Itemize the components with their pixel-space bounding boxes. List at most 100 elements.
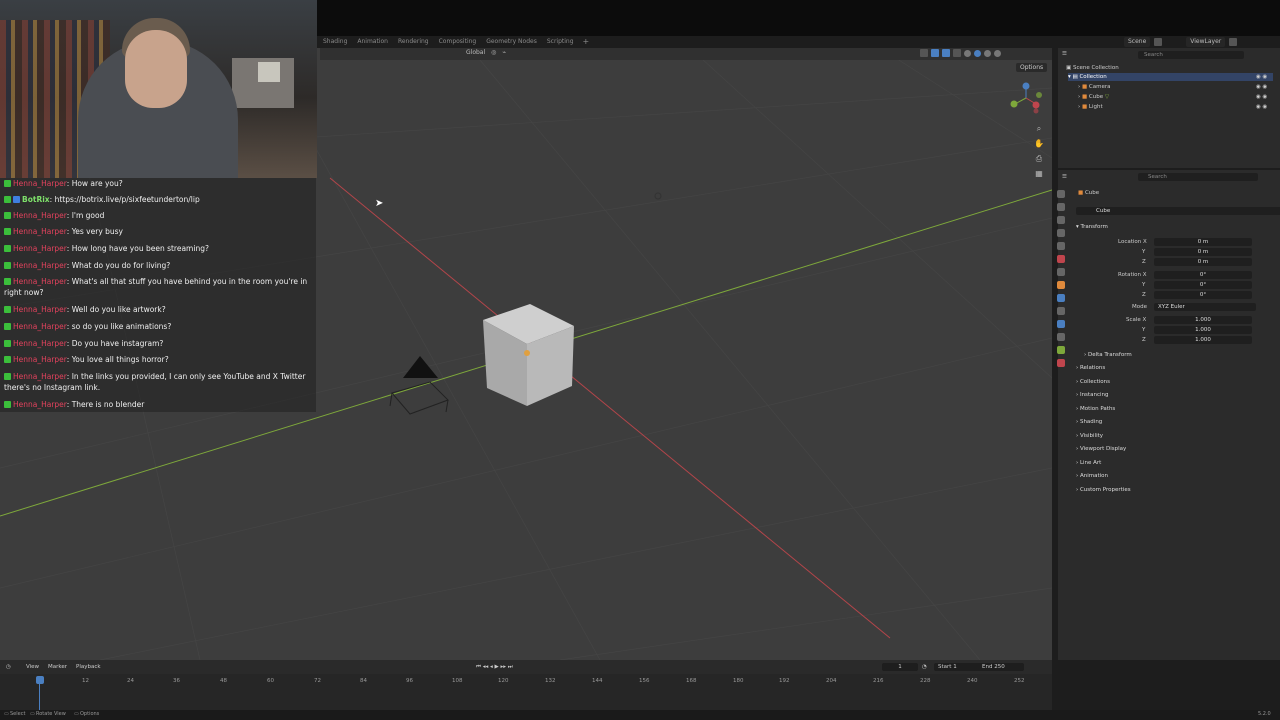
material-tab-icon[interactable] [1057, 359, 1065, 367]
frame-tick: 84 [360, 678, 367, 684]
outliner-panel: ☰ Search ▣ Scene Collection ▾ ▤ Collecti… [1058, 48, 1280, 168]
pan-icon[interactable]: ✋ [1034, 139, 1044, 149]
view-layer-options-icon[interactable] [1229, 38, 1238, 46]
custom-properties-section[interactable]: › Custom Properties [1076, 487, 1131, 493]
location-x-field[interactable]: 0 m [1154, 238, 1252, 246]
animation-section[interactable]: › Animation [1076, 473, 1108, 479]
start-frame-field[interactable]: Start 1 [934, 663, 980, 671]
visibility-icon[interactable] [920, 49, 928, 57]
scale-x-field[interactable]: 1.000 [1154, 316, 1252, 324]
motion-paths-section[interactable]: › Motion Paths [1076, 406, 1115, 412]
outliner-root[interactable]: ▣ Scene Collection [1066, 64, 1119, 72]
output-tab-icon[interactable] [1057, 216, 1065, 224]
menu-view[interactable]: View [26, 663, 39, 671]
end-frame-field[interactable]: End 250 [978, 663, 1024, 671]
view-layer-field[interactable]: ViewLayer [1186, 37, 1226, 47]
clock-icon[interactable]: ◔ [922, 663, 927, 671]
tab-compositing[interactable]: Compositing [434, 37, 482, 47]
overlay-icon[interactable] [942, 49, 950, 57]
rotation-x-field[interactable]: 0° [1154, 271, 1252, 279]
tab-animation[interactable]: Animation [352, 37, 393, 47]
particles-tab-icon[interactable] [1057, 307, 1065, 315]
subscriber-badge-icon [4, 228, 11, 235]
shading-section[interactable]: › Shading [1076, 419, 1102, 425]
outliner-search-input[interactable]: Search [1138, 51, 1244, 59]
tab-shading[interactable]: Shading [318, 37, 352, 47]
solid-shading-icon[interactable] [974, 49, 981, 57]
rotation-mode-dropdown[interactable]: XYZ Euler [1154, 303, 1256, 311]
visibility-eye-icon[interactable]: ◉ ◉ [1256, 73, 1267, 81]
outliner-item-camera[interactable]: › ■ Camera [1078, 83, 1111, 91]
location-z-field[interactable]: 0 m [1154, 258, 1252, 266]
visibility-eye-icon[interactable]: ◉ ◉ [1256, 103, 1267, 111]
modifier-tab-icon[interactable] [1057, 294, 1065, 302]
collections-section[interactable]: › Collections [1076, 379, 1110, 385]
current-frame-field[interactable]: 1 [882, 663, 918, 671]
menu-marker[interactable]: Marker [48, 663, 67, 671]
relations-section[interactable]: › Relations [1076, 365, 1105, 371]
outliner-item-cube[interactable]: › ■ Cube ▽ [1078, 93, 1109, 101]
rotation-y-field[interactable]: 0° [1154, 281, 1252, 289]
options-button[interactable]: Options [1016, 63, 1048, 72]
timeline[interactable]: 12 24 36 48 60 72 84 96 108 120 132 144 … [0, 674, 1052, 710]
playhead[interactable] [36, 676, 44, 684]
tool-tab-icon[interactable] [1057, 190, 1065, 198]
zoom-icon[interactable]: ⌕ [1034, 124, 1044, 134]
snap-icon[interactable]: ⌁ [502, 49, 506, 56]
scene-field[interactable]: Scene [1124, 37, 1151, 47]
frame-tick: 24 [127, 678, 134, 684]
rendered-shading-icon[interactable] [994, 49, 1001, 57]
material-shading-icon[interactable] [984, 49, 991, 57]
tab-geometry-nodes[interactable]: Geometry Nodes [481, 37, 542, 47]
camera-view-icon[interactable]: ⎙ [1034, 154, 1044, 164]
location-y-field[interactable]: 0 m [1154, 248, 1252, 256]
scale-z-field[interactable]: 1.000 [1154, 336, 1252, 344]
visibility-eye-icon[interactable]: ◉ ◉ [1256, 93, 1267, 101]
gizmo-icon[interactable] [931, 49, 939, 57]
outliner-editor-icon[interactable]: ☰ [1062, 50, 1067, 58]
navigation-gizmo[interactable] [1006, 80, 1048, 120]
constraints-tab-icon[interactable] [1057, 333, 1065, 341]
frame-tick: 108 [452, 678, 463, 684]
frame-tick: 60 [267, 678, 274, 684]
scene-options-icon[interactable] [1154, 38, 1163, 46]
transform-section[interactable]: ▾ Transform [1076, 224, 1108, 230]
instancing-section[interactable]: › Instancing [1076, 392, 1108, 398]
xray-icon[interactable] [953, 49, 961, 57]
object-name-field[interactable]: Cube [1076, 207, 1280, 215]
physics-tab-icon[interactable] [1057, 320, 1065, 328]
properties-search-input[interactable]: Search [1138, 173, 1258, 181]
properties-editor-icon[interactable]: ☰ [1062, 173, 1067, 181]
menu-playback[interactable]: Playback [76, 663, 101, 671]
data-tab-icon[interactable] [1057, 346, 1065, 354]
tab-rendering[interactable]: Rendering [393, 37, 434, 47]
viewport-display-section[interactable]: › Viewport Display [1076, 446, 1126, 452]
visibility-section[interactable]: › Visibility [1076, 433, 1103, 439]
outliner-collection[interactable]: ▾ ▤ Collection [1068, 73, 1273, 81]
delta-transform-section[interactable]: › Delta Transform [1084, 352, 1132, 358]
world-tab-icon[interactable] [1057, 255, 1065, 263]
playback-controls[interactable]: ⏮ ◂◂ ◂ ▶ ▸▸ ⏭ [476, 663, 513, 671]
camera-object[interactable] [389, 356, 449, 415]
tab-scripting[interactable]: Scripting [542, 37, 579, 47]
wireframe-shading-icon[interactable] [964, 49, 971, 57]
outliner-item-light[interactable]: › ■ Light [1078, 103, 1103, 111]
cube-object[interactable] [483, 304, 574, 406]
rotation-z-field[interactable]: 0° [1154, 291, 1252, 299]
view-layer-tab-icon[interactable] [1057, 229, 1065, 237]
scale-y-field[interactable]: 1.000 [1154, 326, 1252, 334]
line-art-section[interactable]: › Line Art [1076, 460, 1101, 466]
light-object[interactable] [654, 192, 662, 200]
orientation-dropdown[interactable]: Global [466, 49, 485, 56]
collection-tab-icon[interactable] [1057, 268, 1065, 276]
visibility-eye-icon[interactable]: ◉ ◉ [1256, 83, 1267, 91]
pivot-icon[interactable]: ◎ [491, 49, 496, 56]
render-tab-icon[interactable] [1057, 203, 1065, 211]
scene-tab-icon[interactable] [1057, 242, 1065, 250]
object-tab-icon[interactable] [1057, 281, 1065, 289]
add-workspace-icon[interactable]: + [579, 37, 594, 47]
frame-tick: 168 [686, 678, 697, 684]
timeline-editor-icon[interactable]: ◷ [6, 663, 11, 671]
subscriber-badge-icon [4, 196, 11, 203]
grid-view-icon[interactable]: ▦ [1034, 169, 1044, 179]
